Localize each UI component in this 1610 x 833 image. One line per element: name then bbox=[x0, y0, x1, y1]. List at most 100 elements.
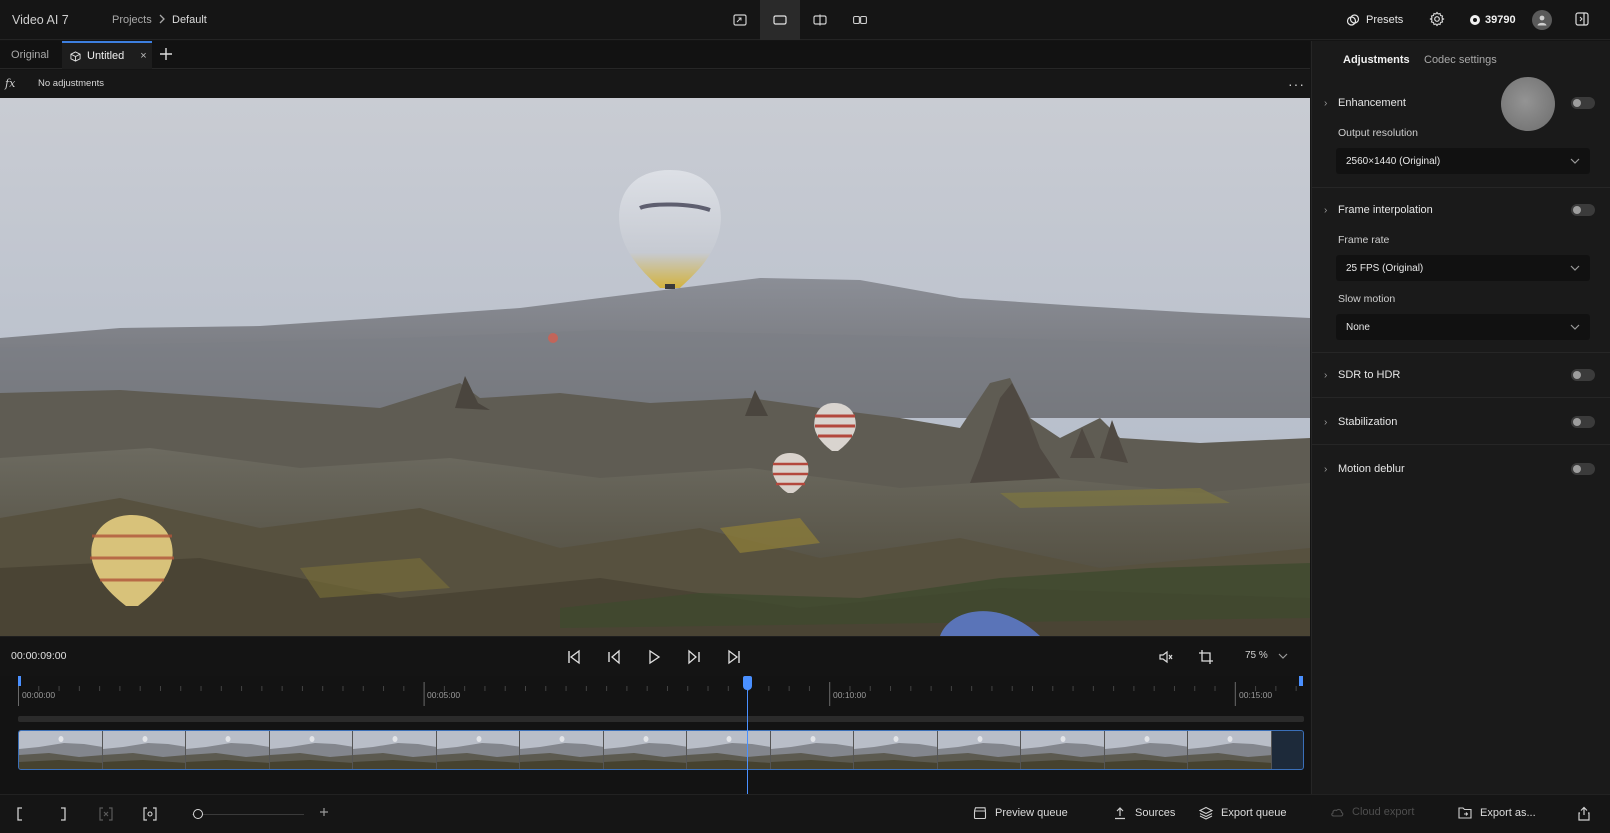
motion-deblur-header[interactable]: › Motion deblur bbox=[1324, 459, 1599, 479]
chevron-right-icon: › bbox=[1324, 369, 1328, 381]
slow-motion-select[interactable]: None bbox=[1336, 314, 1590, 340]
tick-label: 00:15:00 bbox=[1239, 690, 1273, 700]
frame-rate-value: 25 FPS (Original) bbox=[1346, 262, 1424, 274]
filmstrip[interactable] bbox=[18, 730, 1304, 770]
crop-button[interactable] bbox=[1196, 647, 1216, 667]
frame-interpolation-label: Frame interpolation bbox=[1338, 204, 1433, 216]
frame-thumbnail bbox=[937, 731, 1021, 769]
split-view-icon bbox=[813, 14, 827, 26]
breadcrumb-current[interactable]: Default bbox=[172, 14, 207, 26]
panel-toggle-button[interactable] bbox=[1574, 11, 1590, 27]
transport-bar: 00:00:09:00 75 % bbox=[0, 636, 1310, 676]
play-button[interactable] bbox=[644, 647, 664, 667]
clear-range-button[interactable] bbox=[99, 807, 113, 821]
zoom-select[interactable]: 75 % bbox=[1245, 650, 1288, 661]
stabilization-header[interactable]: › Stabilization bbox=[1324, 412, 1599, 432]
filmstrip-frame bbox=[1188, 731, 1272, 769]
timeline-zoom-slider[interactable] bbox=[192, 814, 304, 815]
filmstrip-frame bbox=[186, 731, 270, 769]
breadcrumb-projects[interactable]: Projects bbox=[112, 14, 152, 26]
fx-icon[interactable]: fx bbox=[5, 77, 15, 90]
export-as-button[interactable]: Export as... bbox=[1458, 806, 1536, 819]
zoom-in-button[interactable] bbox=[318, 806, 330, 818]
next-frame-button[interactable] bbox=[684, 647, 704, 667]
video-preview[interactable] bbox=[0, 98, 1310, 636]
sdr-to-hdr-toggle[interactable] bbox=[1571, 369, 1595, 381]
tab-original[interactable]: Original bbox=[0, 41, 60, 69]
cloud-export-button[interactable]: Cloud export bbox=[1330, 806, 1414, 818]
enhancement-label: Enhancement bbox=[1338, 97, 1406, 109]
frame-interpolation-header[interactable]: › Frame interpolation bbox=[1324, 200, 1599, 220]
cloud-export-label: Cloud export bbox=[1352, 806, 1415, 818]
settings-button[interactable] bbox=[1429, 11, 1445, 27]
preview-queue-button[interactable]: Preview queue bbox=[973, 806, 1068, 820]
chevron-down-icon bbox=[1570, 265, 1580, 271]
preview-queue-label: Preview queue bbox=[995, 807, 1068, 819]
timeline-zoom-handle[interactable] bbox=[193, 809, 203, 819]
filmstrip-frame bbox=[1104, 731, 1188, 769]
add-tab-button[interactable] bbox=[158, 46, 174, 62]
sources-button[interactable]: Sources bbox=[1113, 806, 1175, 820]
share-icon bbox=[1578, 806, 1590, 821]
clapperboard-icon bbox=[973, 807, 987, 820]
enhancement-toggle[interactable] bbox=[1571, 97, 1595, 109]
split-view-button[interactable] bbox=[800, 0, 840, 40]
output-resolution-select[interactable]: 2560×1440 (Original) bbox=[1336, 148, 1590, 174]
divider bbox=[1312, 187, 1610, 188]
frame-thumbnail bbox=[269, 731, 353, 769]
frame-interpolation-section: › Frame interpolation bbox=[1324, 200, 1599, 220]
enhancement-section: › Enhancement bbox=[1324, 93, 1599, 113]
sdr-to-hdr-header[interactable]: › SDR to HDR bbox=[1324, 365, 1599, 385]
filmstrip-frame bbox=[269, 731, 353, 769]
go-to-start-button[interactable] bbox=[564, 647, 584, 667]
filmstrip-frame bbox=[687, 731, 771, 769]
playhead-handle[interactable] bbox=[743, 676, 752, 690]
enhancement-header[interactable]: › Enhancement bbox=[1324, 93, 1599, 113]
motion-deblur-toggle[interactable] bbox=[1571, 463, 1595, 475]
playhead[interactable] bbox=[747, 676, 748, 794]
bracket-left-icon bbox=[17, 807, 22, 821]
tab-codec-settings[interactable]: Codec settings bbox=[1424, 54, 1497, 66]
set-out-point-button[interactable] bbox=[58, 807, 68, 821]
mute-button[interactable] bbox=[1156, 647, 1176, 667]
credits-count: 39790 bbox=[1485, 14, 1516, 26]
upload-icon bbox=[1115, 807, 1125, 820]
timeline[interactable]: 00:00:00 00:05:00 00:10:00 00:15:00 bbox=[0, 676, 1310, 794]
tab-untitled-label: Untitled bbox=[87, 50, 125, 62]
select-range-button[interactable] bbox=[143, 807, 157, 821]
credits-badge[interactable]: 39790 bbox=[1469, 10, 1516, 30]
frame-rate-select[interactable]: 25 FPS (Original) bbox=[1336, 255, 1590, 281]
frame-interpolation-toggle[interactable] bbox=[1571, 204, 1595, 216]
chevron-right-icon bbox=[157, 13, 167, 25]
cloud-icon bbox=[1331, 808, 1344, 817]
sidebar-toggle-icon bbox=[1575, 12, 1589, 26]
frame-thumbnail bbox=[770, 731, 854, 769]
filmstrip-frame bbox=[603, 731, 687, 769]
tab-adjustments[interactable]: Adjustments bbox=[1343, 54, 1410, 66]
previous-frame-button[interactable] bbox=[604, 647, 624, 667]
filmstrip-frame bbox=[353, 731, 437, 769]
stabilization-toggle[interactable] bbox=[1571, 416, 1595, 428]
close-icon[interactable]: × bbox=[140, 50, 146, 62]
play-icon bbox=[649, 649, 661, 665]
out-point-marker[interactable] bbox=[1299, 676, 1303, 686]
fit-view-button[interactable] bbox=[720, 0, 760, 40]
side-by-side-button[interactable] bbox=[840, 0, 880, 40]
share-button[interactable] bbox=[1577, 806, 1591, 821]
touch-cursor-indicator bbox=[1501, 77, 1555, 131]
presets-button[interactable]: Presets bbox=[1346, 10, 1403, 30]
single-view-button[interactable] bbox=[760, 0, 800, 40]
chevron-down-icon bbox=[1278, 653, 1288, 659]
go-to-end-button[interactable] bbox=[724, 647, 744, 667]
tab-untitled[interactable]: Untitled × bbox=[62, 41, 152, 69]
tick-label: 00:05:00 bbox=[427, 690, 461, 700]
filmstrip-frame bbox=[102, 731, 186, 769]
timeline-track-bar[interactable] bbox=[18, 716, 1304, 722]
avatar[interactable] bbox=[1532, 10, 1552, 30]
more-icon[interactable]: ··· bbox=[1288, 76, 1305, 92]
user-icon bbox=[1537, 15, 1547, 26]
set-in-point-button[interactable] bbox=[15, 807, 25, 821]
timeline-ruler[interactable] bbox=[18, 682, 1304, 708]
in-point-marker[interactable] bbox=[18, 676, 21, 686]
export-queue-button[interactable]: Export queue bbox=[1199, 806, 1286, 820]
